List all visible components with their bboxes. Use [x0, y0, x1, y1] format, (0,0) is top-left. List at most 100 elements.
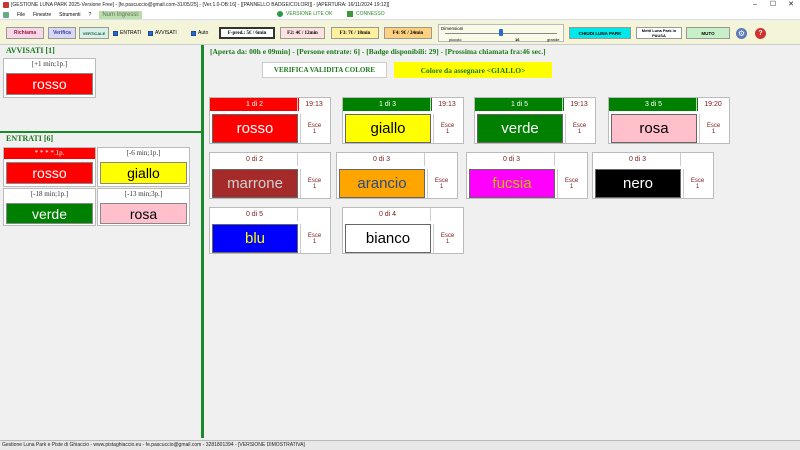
status-connection: CONNESSO — [347, 11, 385, 17]
badge-card[interactable]: 0 di 3 fucsia Esce 1 — [466, 152, 588, 199]
avvisati-card[interactable]: [+1 min;1p.] rosso — [3, 58, 96, 98]
minimize-button[interactable]: – — [746, 0, 764, 10]
badge-card[interactable]: 0 di 3 arancio Esce 1 — [336, 152, 458, 199]
status-conn-text: CONNESSO — [356, 11, 385, 17]
esce-button[interactable]: Esce 1 — [300, 114, 328, 143]
esce-count: 1 — [711, 128, 716, 135]
f2-button[interactable]: F2: 4€ / 12min — [280, 27, 325, 39]
badge-time — [554, 153, 587, 166]
badge-card[interactable]: 0 di 3 nero Esce 1 — [592, 152, 714, 199]
color-badge: verde — [6, 203, 93, 224]
verifica-colore-button[interactable]: VERIFICA VALIDITA COLORE — [262, 62, 387, 78]
entrati-title: ENTRATI [6] — [6, 134, 54, 143]
esce-button[interactable]: Esce 1 — [565, 114, 593, 143]
auto-label: Auto — [198, 30, 209, 36]
badge-card[interactable]: 0 di 2 marrone Esce 1 — [209, 152, 331, 199]
esce-button[interactable]: Esce 1 — [683, 169, 711, 198]
left-panel — [0, 45, 200, 438]
color-badge[interactable]: fucsia — [469, 169, 555, 198]
esce-button[interactable]: Esce 1 — [300, 224, 328, 253]
status-bar: Gestione Luna Park e Piste di Ghiaccio -… — [0, 440, 800, 450]
badge-card[interactable]: 0 di 5 blu Esce 1 — [209, 207, 331, 254]
badge-card[interactable]: 1 di 3 19:13 giallo Esce 1 — [342, 97, 464, 144]
color-badge[interactable]: nero — [595, 169, 681, 198]
esce-button[interactable]: Esce 1 — [557, 169, 585, 198]
slider-value: 16 — [515, 37, 520, 42]
gear-icon[interactable]: ⚙ — [736, 28, 747, 39]
color-badge: rosa — [100, 203, 187, 224]
section-divider — [0, 131, 201, 133]
avvisati-label: AVVISATI — [155, 30, 177, 36]
badge-card[interactable]: 1 di 2 19:13 rosso Esce 1 — [209, 97, 331, 144]
esce-count: 1 — [312, 128, 317, 135]
menu-finestre[interactable]: Finestre — [33, 12, 51, 18]
esce-count: 1 — [695, 183, 700, 190]
f3-button[interactable]: F3: 7€ / 18min — [331, 27, 379, 39]
status-info: [Aperta da: 00h e 09min] - [Persone entr… — [210, 47, 546, 56]
app-icon — [3, 2, 9, 8]
slider-thumb[interactable] — [499, 29, 503, 36]
badge-time — [424, 153, 457, 166]
menu-file[interactable]: File — [17, 12, 25, 18]
esce-button[interactable]: Esce 1 — [433, 224, 461, 253]
card-header: [-6 min;1p.] — [126, 149, 161, 157]
esce-count: 1 — [569, 183, 574, 190]
muto-button[interactable]: MUTO — [686, 27, 730, 39]
badge-count: 1 di 5 — [475, 98, 564, 111]
badge-count: 0 di 3 — [593, 153, 682, 166]
color-badge[interactable]: rosso — [212, 114, 298, 143]
close-button[interactable]: ✕ — [782, 0, 800, 10]
help-icon[interactable]: ? — [755, 28, 766, 39]
panel-divider — [201, 45, 204, 438]
f4-button[interactable]: F4: 9€ / 24min — [384, 27, 432, 39]
esce-button[interactable]: Esce 1 — [699, 114, 727, 143]
verticale-button[interactable]: VERTICALE — [79, 27, 109, 39]
esce-count: 1 — [312, 183, 317, 190]
entrati-checkbox[interactable]: ENTRATI — [113, 30, 141, 36]
fpred-button[interactable]: F-pred.: 5€ / 6min — [219, 27, 275, 39]
pausa-button[interactable]: Metti Luna Park in PAUSA — [636, 27, 682, 39]
chiudi-luna-park-button[interactable]: CHIUDI LUNA PARK — [569, 27, 631, 39]
verifica-button[interactable]: Verifica — [48, 27, 76, 39]
esce-count: 1 — [577, 128, 582, 135]
richiama-button[interactable]: Richiama — [6, 27, 44, 39]
toolbar: Richiama Verifica VERTICALE ENTRATI AVVI… — [0, 21, 800, 45]
avvisati-checkbox[interactable]: AVVISATI — [148, 30, 177, 36]
status-lite-text: VERSIONE LITE OK — [286, 11, 333, 17]
card-header: [-18 min;1p.] — [30, 190, 69, 198]
entrati-card[interactable]: [-6 min;1p.] giallo — [97, 147, 190, 187]
entrati-card[interactable]: [-13 min;3p.] rosa — [97, 188, 190, 226]
color-badge[interactable]: blu — [212, 224, 298, 253]
color-badge[interactable]: giallo — [345, 114, 431, 143]
color-badge[interactable]: arancio — [339, 169, 425, 198]
maximize-button[interactable]: ☐ — [764, 0, 782, 10]
menu-strumenti[interactable]: Strumenti — [59, 12, 80, 18]
color-badge[interactable]: rosa — [611, 114, 697, 143]
auto-checkbox[interactable]: Auto — [191, 30, 208, 36]
color-badge[interactable]: bianco — [345, 224, 431, 253]
badge-card[interactable]: 0 di 4 bianco Esce 1 — [342, 207, 464, 254]
entrati-card[interactable]: [-18 min;1p.] verde — [3, 188, 96, 226]
window-controls: – ☐ ✕ — [746, 0, 800, 10]
slider-max-label: grande — [547, 37, 560, 42]
menu-help[interactable]: ? — [89, 12, 92, 18]
color-badge[interactable]: verde — [477, 114, 563, 143]
badge-time: 19:13 — [297, 98, 330, 111]
entrati-card[interactable]: * * * *.1p. rosso — [3, 147, 96, 187]
window-title: [GESTIONE LUNA PARK 2025-Versione Free] … — [11, 2, 390, 8]
esce-button[interactable]: Esce 1 — [300, 169, 328, 198]
badge-count: 3 di 5 — [609, 98, 698, 111]
card-header: * * * *.1p. — [4, 148, 95, 159]
esce-button[interactable]: Esce 1 — [427, 169, 455, 198]
dimensioni-label: Dimensioni — [441, 26, 464, 31]
esce-button[interactable]: Esce 1 — [433, 114, 461, 143]
check-icon — [277, 11, 283, 17]
badge-card[interactable]: 3 di 5 19:20 rosa Esce 1 — [608, 97, 730, 144]
esce-count: 1 — [445, 128, 450, 135]
status-lite: VERSIONE LITE OK — [277, 11, 332, 17]
checkbox-icon — [191, 30, 196, 36]
badge-count: 0 di 4 — [343, 208, 432, 221]
badge-card[interactable]: 1 di 5 19:13 verde Esce 1 — [474, 97, 596, 144]
checkbox-icon — [148, 30, 153, 36]
color-badge[interactable]: marrone — [212, 169, 298, 198]
